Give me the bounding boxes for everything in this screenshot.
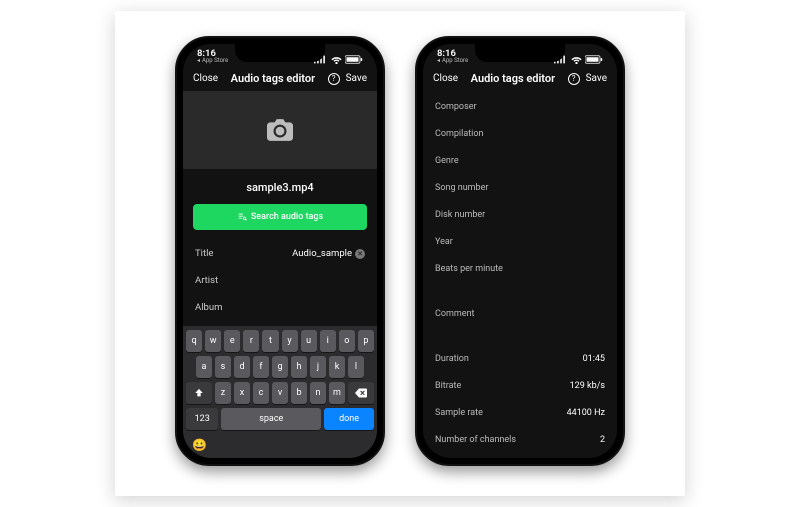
key-r[interactable]: r [243,330,259,352]
field-disk-number[interactable]: Disk number [423,201,617,228]
field-title[interactable]: Title Audio_sample✕ [183,240,377,267]
field-composer[interactable]: Composer [423,93,617,120]
key-c[interactable]: c [253,382,269,404]
field-label: Title [195,248,213,259]
key-x[interactable]: x [234,382,250,404]
key-z[interactable]: z [215,382,231,404]
page-title: Audio tags editor [231,72,315,85]
phone-notch [235,44,325,62]
clear-icon[interactable]: ✕ [355,249,365,259]
key-k[interactable]: k [329,356,345,378]
key-m[interactable]: m [329,382,345,404]
nav-bar: Close Audio tags editor ? Save [423,66,617,91]
key-v[interactable]: v [272,382,288,404]
key-o[interactable]: o [339,330,355,352]
key-q[interactable]: q [186,330,202,352]
close-button[interactable]: Close [433,73,458,84]
key-h[interactable]: h [291,356,307,378]
field-value: Audio_sample [292,248,352,259]
shift-key[interactable] [186,382,212,404]
key-e[interactable]: e [224,330,240,352]
field-song-number[interactable]: Song number [423,174,617,201]
phone-notch [475,44,565,62]
filename-label: sample3.mp4 [183,169,377,204]
camera-icon [267,119,293,141]
backspace-key[interactable] [348,382,374,404]
phone-mockup-left: 8:16 ◂ App Store Close Audio tags editor… [175,36,385,466]
back-to-app[interactable]: ◂ App Store [437,58,468,64]
field-genre[interactable]: Genre [423,147,617,174]
wifi-icon [331,55,342,64]
key-d[interactable]: d [234,356,250,378]
battery-icon [345,55,363,64]
wifi-icon [571,55,582,64]
done-key[interactable]: done [324,408,374,430]
tag-fields-list: Composer Compilation Genre Song number D… [423,91,617,453]
album-art-placeholder[interactable] [183,91,377,169]
key-i[interactable]: i [320,330,336,352]
info-duration: Duration01:45 [423,345,617,372]
search-tags-icon [237,212,247,222]
key-n[interactable]: n [310,382,326,404]
space-key[interactable]: space [221,408,321,430]
key-l[interactable]: l [348,356,364,378]
battery-icon [585,55,603,64]
help-icon[interactable]: ? [328,73,340,85]
field-compilation[interactable]: Compilation [423,120,617,147]
key-s[interactable]: s [215,356,231,378]
field-label: Album [195,302,222,313]
phone-mockup-right: 8:16 ◂ App Store Close Audio tags editor… [415,36,625,466]
back-to-app[interactable]: ◂ App Store [197,58,228,64]
key-w[interactable]: w [205,330,221,352]
shift-icon [194,388,204,398]
screenshot-container: 8:16 ◂ App Store Close Audio tags editor… [115,11,685,496]
field-artist[interactable]: Artist [183,267,377,294]
key-j[interactable]: j [310,356,326,378]
info-bitrate: Bitrate129 kb/s [423,372,617,399]
field-bpm[interactable]: Beats per minute [423,255,617,282]
numeric-key[interactable]: 123 [186,408,218,430]
key-b[interactable]: b [291,382,307,404]
key-y[interactable]: y [282,330,298,352]
key-u[interactable]: u [301,330,317,352]
info-samplerate: Sample rate44100 Hz [423,399,617,426]
save-button[interactable]: Save [346,73,367,84]
nav-bar: Close Audio tags editor ? Save [183,66,377,91]
ios-keyboard[interactable]: qwertyuiop asdfghjkl zxcvbnm 123 space d… [183,326,377,458]
search-audio-tags-button[interactable]: Search audio tags [193,204,367,230]
field-comment[interactable]: Comment [423,300,617,327]
save-button[interactable]: Save [586,73,607,84]
field-album[interactable]: Album [183,294,377,321]
backspace-icon [355,388,367,398]
key-p[interactable]: p [358,330,374,352]
field-label: Artist [195,275,218,286]
key-t[interactable]: t [262,330,278,352]
key-g[interactable]: g [272,356,288,378]
info-channels: Number of channels2 [423,426,617,453]
emoji-key[interactable]: 😀 [192,438,207,452]
key-a[interactable]: a [196,356,212,378]
field-year[interactable]: Year [423,228,617,255]
help-icon[interactable]: ? [568,73,580,85]
close-button[interactable]: Close [193,73,218,84]
key-f[interactable]: f [253,356,269,378]
page-title: Audio tags editor [471,72,555,85]
